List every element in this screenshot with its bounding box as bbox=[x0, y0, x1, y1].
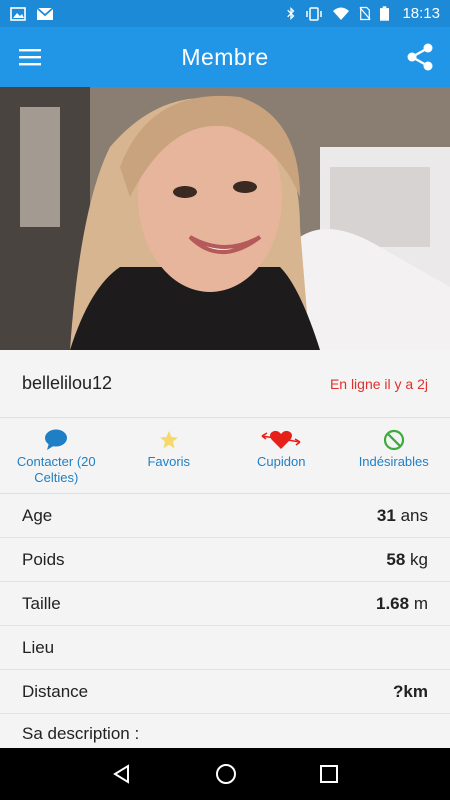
detail-value: 58 kg bbox=[386, 549, 428, 569]
action-bar: Contacter (20 Celties) Favoris Cupidon I… bbox=[0, 419, 450, 494]
favorites-label: Favoris bbox=[147, 454, 191, 469]
details-list: Age 31 ans Poids 58 kg Taille 1.68 m Lie… bbox=[0, 494, 450, 754]
detail-row-distance: Distance ?km bbox=[0, 670, 450, 714]
page-title: Membre bbox=[181, 43, 269, 70]
detail-label: Distance bbox=[22, 681, 89, 701]
profile-photo[interactable] bbox=[0, 87, 450, 350]
back-icon[interactable] bbox=[112, 764, 132, 784]
hamburger-menu-icon[interactable] bbox=[0, 27, 60, 87]
detail-value: 1.68 m bbox=[376, 593, 428, 613]
recents-icon[interactable] bbox=[320, 765, 339, 783]
home-icon[interactable] bbox=[215, 763, 237, 785]
contact-label: Contacter (20 Celties) bbox=[16, 454, 96, 485]
bluetooth-icon bbox=[287, 6, 295, 21]
image-icon bbox=[10, 6, 26, 21]
username: bellelilou12 bbox=[22, 373, 113, 393]
contact-button[interactable]: Contacter (20 Celties) bbox=[0, 419, 113, 493]
detail-label: Age bbox=[22, 505, 53, 525]
profile-header: bellelilou12 En ligne il y a 2j bbox=[0, 350, 450, 418]
cupidon-label: Cupidon bbox=[257, 454, 306, 469]
battery-icon bbox=[380, 6, 390, 21]
detail-row-weight: Poids 58 kg bbox=[0, 538, 450, 582]
favorites-button[interactable]: Favoris bbox=[113, 419, 226, 493]
gmail-icon bbox=[36, 6, 54, 20]
detail-label: Poids bbox=[22, 549, 65, 569]
block-icon bbox=[383, 429, 404, 451]
cupidon-button[interactable]: Cupidon bbox=[225, 419, 338, 493]
no-sim-icon bbox=[359, 6, 372, 21]
detail-value: 31 ans bbox=[376, 505, 428, 525]
chat-bubble-icon bbox=[45, 429, 68, 450]
block-button[interactable]: Indésirables bbox=[338, 419, 450, 493]
detail-row-age: Age 31 ans bbox=[0, 494, 450, 538]
detail-label: Taille bbox=[22, 593, 61, 613]
profile-photo-illustration bbox=[0, 87, 450, 350]
detail-value: ?km bbox=[393, 681, 428, 701]
detail-row-height: Taille 1.68 m bbox=[0, 582, 450, 626]
block-label: Indésirables bbox=[358, 454, 429, 469]
status-bar: 18:13 bbox=[0, 0, 450, 27]
app-bar: Membre bbox=[0, 27, 450, 87]
detail-label: Lieu bbox=[22, 637, 55, 657]
wifi-icon bbox=[333, 7, 350, 20]
vibrate-icon bbox=[306, 6, 323, 21]
heart-arrow-icon bbox=[261, 430, 301, 449]
share-icon[interactable] bbox=[390, 27, 450, 87]
star-icon bbox=[159, 431, 178, 449]
system-nav-bar bbox=[0, 748, 450, 800]
online-status: En ligne il y a 2j bbox=[329, 375, 428, 392]
clock: 18:13 bbox=[402, 5, 440, 22]
detail-row-location: Lieu bbox=[0, 626, 450, 670]
description-label: Sa description : bbox=[22, 724, 140, 743]
